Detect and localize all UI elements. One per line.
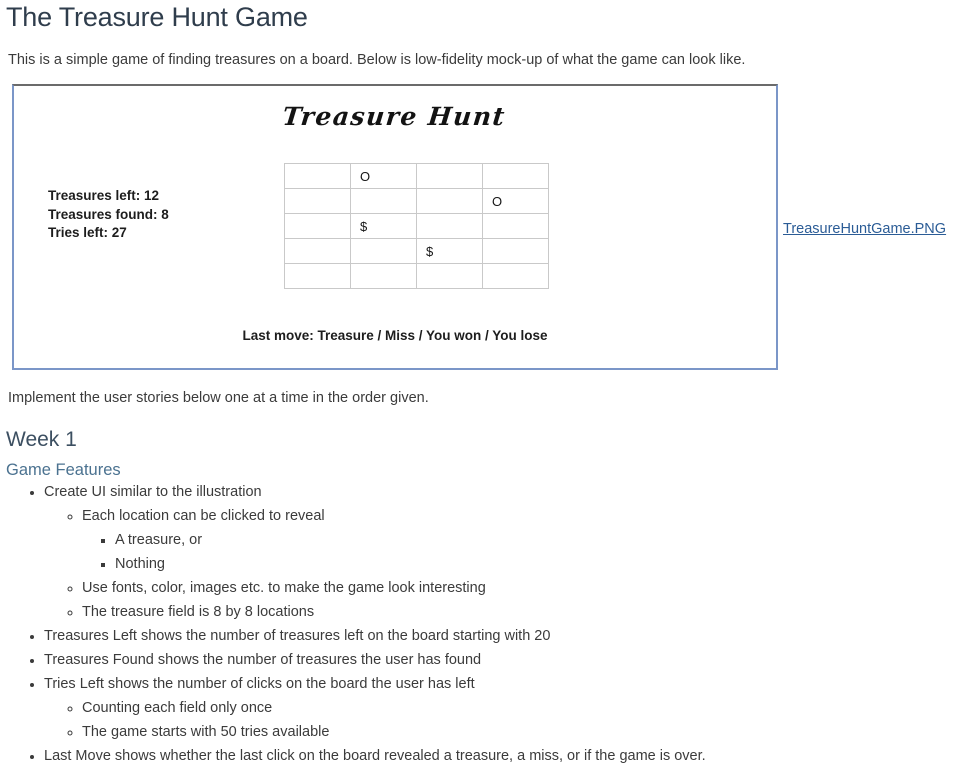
section-heading-week-1: Week 1 [6, 428, 77, 451]
board-cell-r1-c2[interactable]: O [350, 163, 417, 189]
page-root: The Treasure Hunt Game This is a simple … [0, 0, 958, 768]
feature-list-item: Counting each field only once [82, 696, 954, 720]
mockup-stats-panel: Treasures left: 12 Treasures found: 8 Tr… [48, 187, 169, 243]
feature-list-item-text: A treasure, or [115, 532, 203, 548]
tries-left-stat: Tries left: 27 [48, 225, 127, 240]
feature-sublist: Each location can be clicked to reveal A … [44, 504, 954, 624]
feature-list-item-text: The game starts with 50 tries available [82, 724, 330, 740]
feature-list-item: Treasures Found shows the number of trea… [44, 648, 954, 672]
game-board[interactable]: O O $ $ [284, 163, 549, 289]
feature-list-item: Treasures Left shows the number of treas… [44, 624, 954, 648]
feature-sublist: Counting each field only once The game st… [44, 696, 954, 744]
board-cell-r5-c2[interactable] [350, 263, 417, 289]
feature-list-item: A treasure, or [115, 528, 954, 552]
intro-paragraph: This is a simple game of finding treasur… [8, 52, 746, 68]
feature-list-item: Create UI similar to the illustration Eac… [44, 480, 954, 624]
board-cell-r5-c1[interactable] [284, 263, 351, 289]
board-row: O [284, 188, 549, 214]
game-board-wrapper: O O $ $ [284, 163, 549, 289]
board-cell-r3-c4[interactable] [482, 213, 549, 239]
board-cell-r4-c3[interactable]: $ [416, 238, 483, 264]
board-cell-r1-c3[interactable] [416, 163, 483, 189]
game-mockup-box: Treasure Hunt Treasures left: 12 Treasur… [12, 84, 778, 370]
feature-list-item: Nothing [115, 552, 954, 576]
board-cell-r2-c1[interactable] [284, 188, 351, 214]
feature-list-item-text: Nothing [115, 556, 165, 572]
treasures-found-stat: Treasures found: 8 [48, 206, 169, 222]
feature-list-item-text: Each location can be clicked to reveal [82, 508, 325, 524]
board-cell-r1-c4[interactable] [482, 163, 549, 189]
feature-list-item: Use fonts, color, images etc. to make th… [82, 576, 954, 600]
feature-list-item-text: Tries Left shows the number of clicks on… [44, 676, 475, 692]
feature-list-item-text: Use fonts, color, images etc. to make th… [82, 580, 486, 596]
board-cell-r5-c4[interactable] [482, 263, 549, 289]
board-row [284, 263, 549, 289]
board-row: $ [284, 213, 549, 239]
feature-list-item: The game starts with 50 tries available [82, 720, 954, 744]
feature-list-item-text: Treasures Left shows the number of treas… [44, 628, 551, 644]
mockup-game-title: Treasure Hunt [281, 102, 508, 131]
feature-list-item-text: Last Move shows whether the last click o… [44, 748, 706, 764]
feature-list-item-text: Create UI similar to the illustration [44, 484, 262, 500]
feature-list-item: Last Move shows whether the last click o… [44, 744, 954, 768]
board-cell-r2-c3[interactable] [416, 188, 483, 214]
game-features-list: Create UI similar to the illustration Eac… [4, 480, 954, 768]
board-cell-r4-c2[interactable] [350, 238, 417, 264]
feature-sublist: A treasure, or Nothing [82, 528, 954, 576]
board-cell-r2-c2[interactable] [350, 188, 417, 214]
board-cell-r3-c2[interactable]: $ [350, 213, 417, 239]
feature-list-item: Tries Left shows the number of clicks on… [44, 672, 954, 744]
page-title: The Treasure Hunt Game [6, 2, 308, 32]
feature-list-item: Each location can be clicked to reveal A … [82, 504, 954, 576]
treasures-left-stat: Treasures left: 12 [48, 188, 160, 203]
board-cell-r4-c1[interactable] [284, 238, 351, 264]
board-row: $ [284, 238, 549, 264]
feature-list-item-text: The treasure field is 8 by 8 locations [82, 604, 315, 620]
feature-list-item: The treasure field is 8 by 8 locations [82, 600, 954, 624]
board-cell-r3-c3[interactable] [416, 213, 483, 239]
board-cell-r5-c3[interactable] [416, 263, 483, 289]
board-cell-r3-c1[interactable] [284, 213, 351, 239]
feature-list-item-text: Treasures Found shows the number of trea… [44, 652, 482, 668]
board-cell-r2-c4[interactable]: O [482, 188, 549, 214]
implement-note-paragraph: Implement the user stories below one at … [8, 390, 429, 406]
board-cell-r4-c4[interactable] [482, 238, 549, 264]
board-row: O [284, 163, 549, 189]
attachment-link-treasurehuntgame-png[interactable]: TreasureHuntGame.PNG [783, 221, 946, 237]
board-cell-r1-c1[interactable] [284, 163, 351, 189]
feature-list-item-text: Counting each field only once [82, 700, 273, 716]
sub-heading-game-features: Game Features [6, 461, 121, 479]
last-move-status: Last move: Treasure / Miss / You won / Y… [242, 328, 548, 343]
